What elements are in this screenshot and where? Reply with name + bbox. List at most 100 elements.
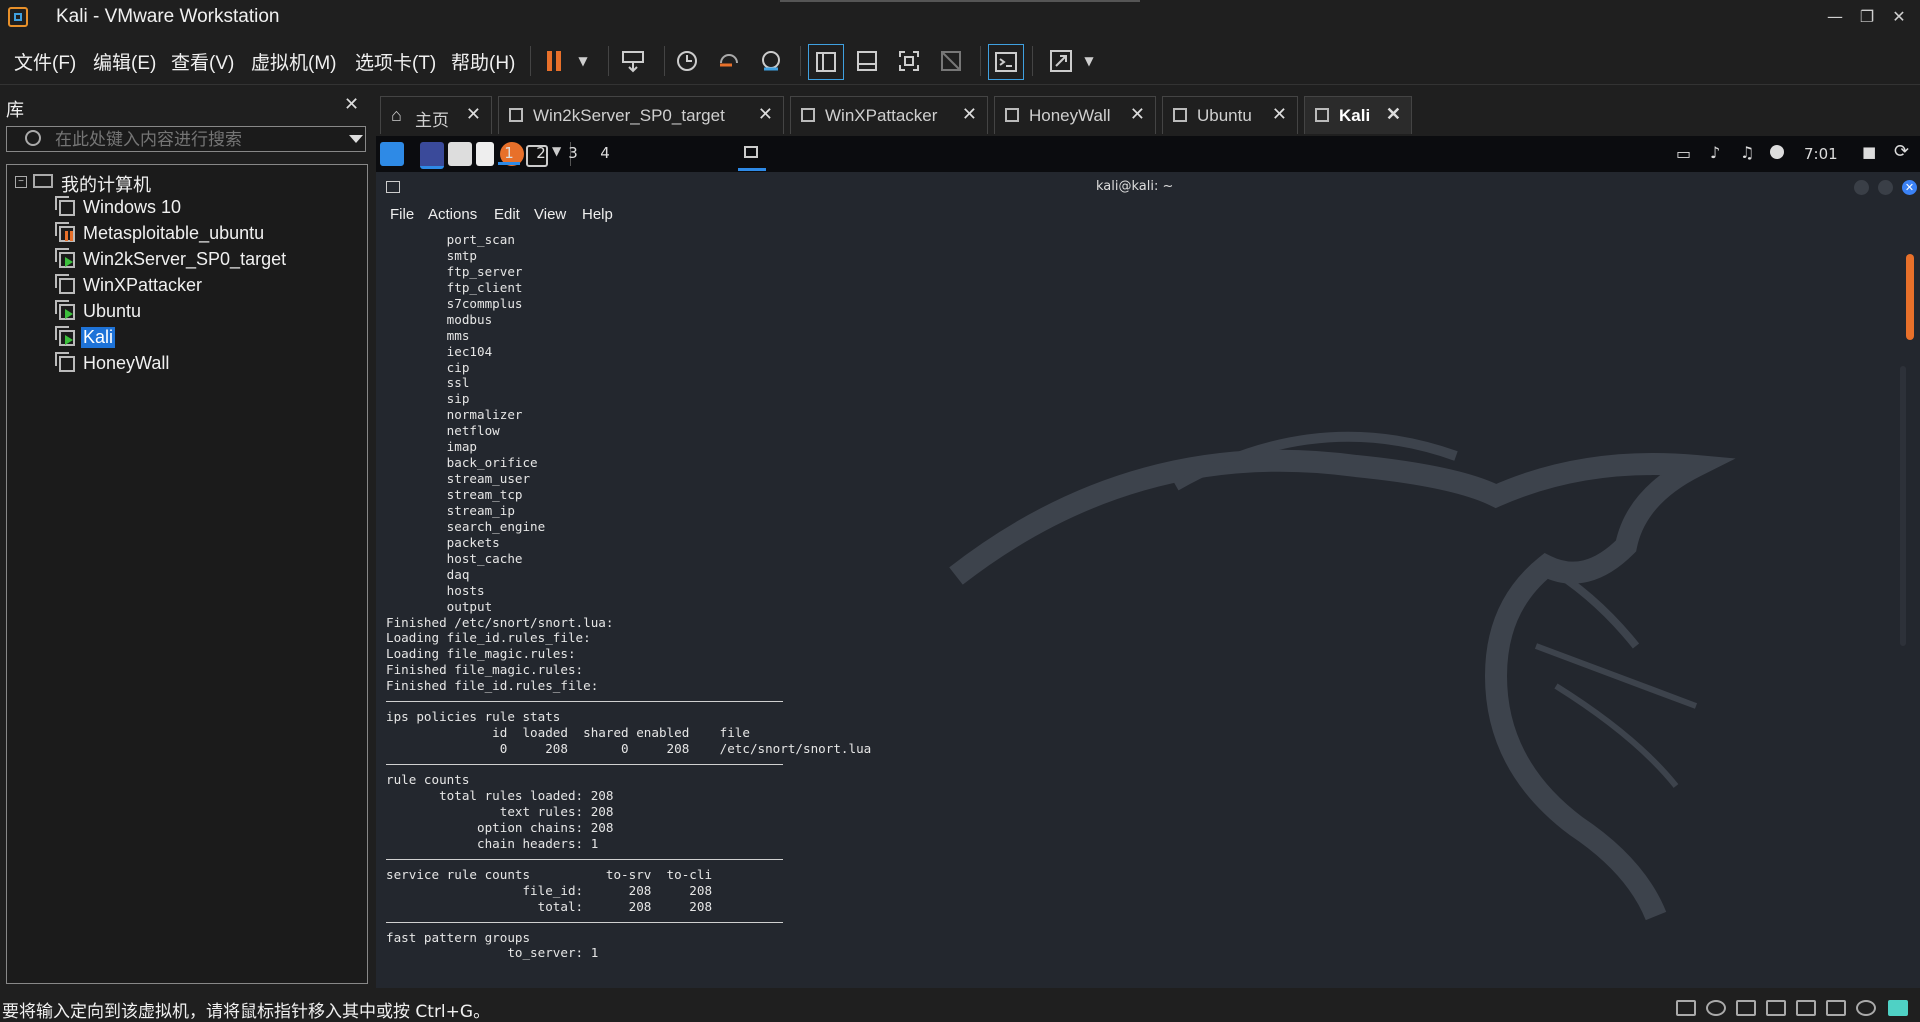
tab-close-icon[interactable]: ✕ bbox=[466, 104, 481, 125]
tab-home[interactable]: ⌂ 主页 ✕ bbox=[380, 96, 492, 134]
menu-view[interactable]: 查看(V) bbox=[171, 48, 234, 75]
menu-file[interactable]: 文件(F) bbox=[14, 48, 76, 75]
message-log-icon[interactable] bbox=[1888, 1000, 1908, 1016]
workspace-4[interactable]: 4 bbox=[594, 144, 616, 162]
tab-close-icon[interactable]: ✕ bbox=[1272, 104, 1287, 125]
tree-item-honeywall[interactable]: HoneyWall bbox=[55, 352, 359, 377]
tree-item-winxpattacker[interactable]: WinXPattacker bbox=[55, 274, 359, 299]
toolbar-separator bbox=[608, 46, 609, 76]
workspace-2[interactable]: 2 bbox=[530, 144, 552, 162]
lock-icon[interactable]: ■ bbox=[1862, 143, 1876, 161]
display-icon[interactable]: ▭ bbox=[1676, 144, 1691, 163]
collapse-icon[interactable]: − bbox=[15, 176, 27, 188]
tab-close-icon[interactable]: ✕ bbox=[1130, 104, 1145, 125]
chevron-down-icon[interactable] bbox=[349, 135, 363, 143]
display-settings-icon[interactable] bbox=[1856, 1000, 1876, 1016]
clock[interactable]: 7:01 bbox=[1804, 145, 1838, 163]
tree-item-ubuntu[interactable]: Ubuntu bbox=[55, 300, 359, 325]
menu-tabs[interactable]: 选项卡(T) bbox=[355, 48, 436, 75]
revert-snapshot-icon[interactable] bbox=[712, 44, 746, 78]
hard-disk-icon[interactable] bbox=[1676, 1000, 1696, 1016]
cd-rom-icon[interactable] bbox=[1706, 1000, 1726, 1016]
usb-icon[interactable] bbox=[1766, 1000, 1786, 1016]
tree-root-label: 我的计算机 bbox=[61, 175, 151, 195]
term-menu-actions[interactable]: Actions bbox=[428, 206, 477, 223]
library-tree: − 我的计算机 Windows 10 Metasploitable_ubuntu… bbox=[6, 164, 368, 984]
volume-icon[interactable]: ♪ bbox=[1710, 143, 1720, 162]
terminal-rule bbox=[386, 858, 783, 860]
term-menu-view[interactable]: View bbox=[534, 206, 566, 223]
text-editor-icon[interactable] bbox=[476, 142, 494, 166]
menu-vm[interactable]: 虚拟机(M) bbox=[251, 48, 336, 75]
library-view-icon[interactable] bbox=[808, 44, 844, 80]
tree-root-my-computer[interactable]: − 我的计算机 bbox=[15, 171, 355, 195]
terminal-line: total rules loaded: 208 bbox=[386, 787, 614, 803]
terminal-line: service rule counts to-srv to-cli bbox=[386, 866, 713, 882]
search-icon bbox=[25, 130, 41, 146]
console-view-icon[interactable] bbox=[988, 44, 1024, 80]
library-search-input[interactable] bbox=[53, 128, 347, 152]
terminal-output[interactable]: port_scan smtp ftp_server ftp_client s7c… bbox=[386, 232, 1586, 984]
close-window-button[interactable]: ✕ bbox=[1884, 4, 1914, 30]
snapshot-icon[interactable] bbox=[670, 44, 704, 78]
terminal-line: Finished file_magic.rules: bbox=[386, 662, 584, 678]
logout-icon[interactable]: ⟳ bbox=[1894, 141, 1909, 162]
tab-ubuntu[interactable]: Ubuntu ✕ bbox=[1162, 96, 1298, 134]
library-close-icon[interactable]: ✕ bbox=[344, 94, 359, 115]
terminal-line: iec104 bbox=[386, 343, 493, 359]
terminal-line: smtp bbox=[386, 247, 477, 263]
minimize-button[interactable]: — bbox=[1820, 4, 1850, 30]
library-title: 库 bbox=[6, 100, 24, 121]
menu-help[interactable]: 帮助(H) bbox=[451, 48, 515, 75]
file-manager-icon[interactable] bbox=[448, 142, 472, 166]
tree-item-win2kserver[interactable]: Win2kServer_SP0_target bbox=[55, 248, 359, 273]
thumbnail-view-icon[interactable] bbox=[850, 44, 884, 78]
terminal-line: fast pattern groups bbox=[386, 929, 531, 945]
close-icon[interactable]: ✕ bbox=[1902, 180, 1917, 195]
dropdown-icon[interactable]: ▼ bbox=[566, 44, 600, 78]
maximize-icon[interactable] bbox=[1878, 180, 1893, 195]
tab-kali[interactable]: Kali ✕ bbox=[1304, 96, 1412, 134]
send-ctrl-alt-del-icon[interactable] bbox=[616, 44, 650, 78]
power-status-icon[interactable] bbox=[1770, 145, 1784, 159]
tab-close-icon[interactable]: ✕ bbox=[962, 104, 977, 125]
snapshot-manager-icon[interactable] bbox=[754, 44, 788, 78]
tab-close-icon[interactable]: ✕ bbox=[758, 104, 773, 125]
chevron-down-icon[interactable]: ▼ bbox=[552, 144, 561, 158]
terminal-title: kali@kali: ~ bbox=[1096, 179, 1174, 194]
term-menu-file[interactable]: File bbox=[390, 206, 414, 223]
scrollbar-track[interactable] bbox=[1900, 366, 1906, 646]
term-menu-help[interactable]: Help bbox=[582, 206, 613, 223]
tab-win2kserver[interactable]: Win2kServer_SP0_target ✕ bbox=[498, 96, 784, 134]
tree-item-metasploitable-ubuntu[interactable]: Metasploitable_ubuntu bbox=[55, 222, 359, 247]
sound-icon[interactable] bbox=[1826, 1000, 1846, 1016]
tab-close-icon[interactable]: ✕ bbox=[1386, 104, 1401, 125]
tab-honeywall[interactable]: HoneyWall ✕ bbox=[994, 96, 1156, 134]
restore-button[interactable]: ❐ bbox=[1852, 4, 1882, 30]
printer-icon[interactable] bbox=[1796, 1000, 1816, 1016]
term-menu-edit[interactable]: Edit bbox=[494, 206, 520, 223]
terminal-line: sip bbox=[386, 391, 470, 407]
tree-item-windows-10[interactable]: Windows 10 bbox=[55, 196, 359, 221]
unity-icon[interactable] bbox=[934, 44, 968, 78]
tab-winxpattacker[interactable]: WinXPattacker ✕ bbox=[790, 96, 988, 134]
network-icon[interactable] bbox=[1736, 1000, 1756, 1016]
vm-display[interactable]: ▼ 1 2 3 4 ▭ ♪ ♫ 7:01 ■ ⟳ kali@kali: ~ ✕ … bbox=[376, 136, 1920, 988]
stretch-dropdown-icon[interactable]: ▼ bbox=[1072, 44, 1106, 78]
library-search-box[interactable] bbox=[6, 126, 366, 152]
fullscreen-icon[interactable] bbox=[892, 44, 926, 78]
task-terminal[interactable] bbox=[738, 140, 766, 171]
terminal-line: id loaded shared enabled file bbox=[386, 725, 750, 741]
terminal-scrollbar[interactable] bbox=[1906, 254, 1914, 340]
terminal-line: stream_tcp bbox=[386, 487, 523, 502]
show-desktop-icon[interactable] bbox=[420, 142, 444, 169]
vm-tab-bar: ⌂ 主页 ✕ Win2kServer_SP0_target ✕ WinXPatt… bbox=[376, 94, 1920, 136]
kali-menu-icon[interactable] bbox=[380, 142, 404, 166]
menu-edit[interactable]: 编辑(E) bbox=[93, 48, 156, 75]
minimize-icon[interactable] bbox=[1854, 180, 1869, 195]
kali-top-panel: ▼ 1 2 3 4 ▭ ♪ ♫ 7:01 ■ ⟳ bbox=[376, 136, 1920, 172]
tree-item-kali[interactable]: Kali bbox=[55, 326, 359, 351]
bell-icon[interactable]: ♫ bbox=[1740, 143, 1754, 162]
workspace-3[interactable]: 3 bbox=[562, 144, 584, 162]
workspace-1[interactable]: 1 bbox=[498, 144, 520, 165]
